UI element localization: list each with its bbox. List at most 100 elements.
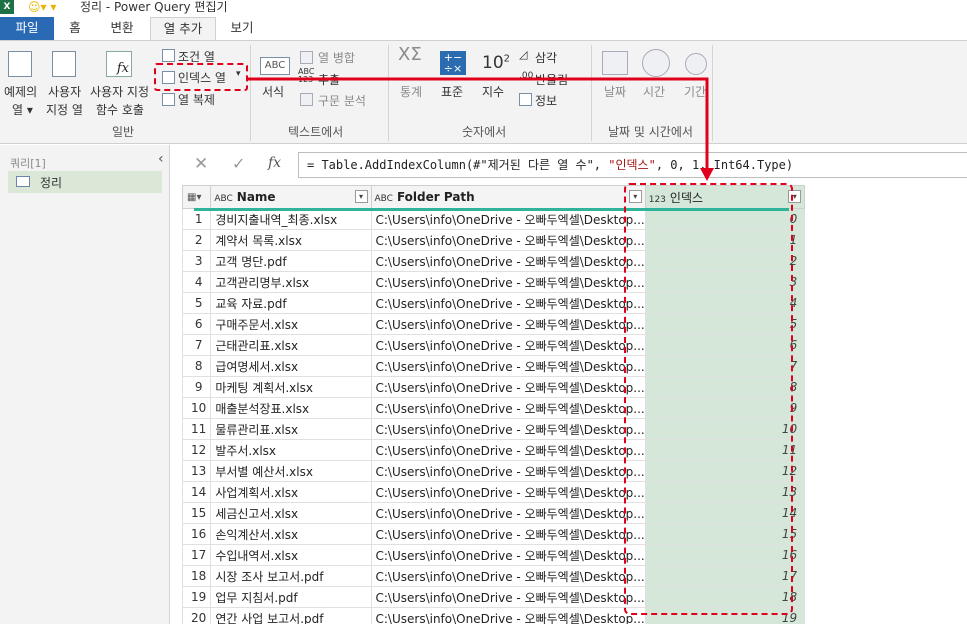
tab-add-column[interactable]: 열 추가 xyxy=(150,17,216,40)
table-row[interactable]: 17 수입내역서.xlsx C:\Users\info\OneDrive - 오빠두… xyxy=(182,544,967,566)
row-number[interactable]: 13 xyxy=(182,460,212,482)
cell-folder-path[interactable]: C:\Users\info\OneDrive - 오빠두엑셀\Desktop..… xyxy=(370,292,646,314)
table-row[interactable]: 10 매출분석장표.xlsx C:\Users\info\OneDrive - 오빠… xyxy=(182,397,967,419)
cell-name[interactable]: 부서별 예산서.xlsx xyxy=(210,460,372,482)
cell-name[interactable]: 급여명세서.xlsx xyxy=(210,355,372,377)
table-row[interactable]: 18 시장 조사 보고서.pdf C:\Users\info\OneDrive - … xyxy=(182,565,967,587)
cell-name[interactable]: 구매주문서.xlsx xyxy=(210,313,372,335)
cell-folder-path[interactable]: C:\Users\info\OneDrive - 오빠두엑셀\Desktop..… xyxy=(370,397,646,419)
row-number[interactable]: 18 xyxy=(182,565,212,587)
row-number[interactable]: 11 xyxy=(182,418,212,440)
tab-home[interactable]: 홈 xyxy=(60,17,90,40)
row-number[interactable]: 19 xyxy=(182,586,212,608)
cell-name[interactable]: 고객 명단.pdf xyxy=(210,250,372,272)
cell-name[interactable]: 매출분석장표.xlsx xyxy=(210,397,372,419)
table-row[interactable]: 7 근태관리표.xlsx C:\Users\info\OneDrive - 오빠두엑… xyxy=(182,334,967,356)
cell-folder-path[interactable]: C:\Users\info\OneDrive - 오빠두엑셀\Desktop..… xyxy=(370,271,646,293)
tab-view[interactable]: 보기 xyxy=(222,17,262,40)
cell-folder-path[interactable]: C:\Users\info\OneDrive - 오빠두엑셀\Desktop..… xyxy=(370,544,646,566)
row-number[interactable]: 7 xyxy=(182,334,212,356)
table-row[interactable]: 1 경비지출내역_최종.xlsx C:\Users\info\OneDrive - … xyxy=(182,208,967,230)
table-row[interactable]: 11 물류관리표.xlsx C:\Users\info\OneDrive - 오빠두… xyxy=(182,418,967,440)
cell-folder-path[interactable]: C:\Users\info\OneDrive - 오빠두엑셀\Desktop..… xyxy=(370,313,646,335)
column-header-name[interactable]: ABC Name ▾ xyxy=(210,185,372,209)
cell-name[interactable]: 마케팅 계획서.xlsx xyxy=(210,376,372,398)
column-from-examples-label-2: 열 ▾ xyxy=(12,103,33,117)
cell-name[interactable]: 발주서.xlsx xyxy=(210,439,372,461)
row-number[interactable]: 1 xyxy=(182,208,212,230)
tab-file[interactable]: 파일 xyxy=(0,17,54,40)
table-row[interactable]: 3 고객 명단.pdf C:\Users\info\OneDrive - 오빠두엑셀… xyxy=(182,250,967,272)
row-number[interactable]: 14 xyxy=(182,481,212,503)
cell-name[interactable]: 교육 자료.pdf xyxy=(210,292,372,314)
row-number[interactable]: 3 xyxy=(182,250,212,272)
cell-name[interactable]: 손익계산서.xlsx xyxy=(210,523,372,545)
collapse-pane-icon[interactable]: ‹ xyxy=(158,151,164,167)
row-number[interactable]: 2 xyxy=(182,229,212,251)
cell-folder-path[interactable]: C:\Users\info\OneDrive - 오빠두엑셀\Desktop..… xyxy=(370,502,646,524)
cell-folder-path[interactable]: C:\Users\info\OneDrive - 오빠두엑셀\Desktop..… xyxy=(370,376,646,398)
table-row[interactable]: 15 세금신고서.xlsx C:\Users\info\OneDrive - 오빠두… xyxy=(182,502,967,524)
table-row[interactable]: 13 부서별 예산서.xlsx C:\Users\info\OneDrive - 오… xyxy=(182,460,967,482)
query-item[interactable]: 정리 xyxy=(8,171,162,193)
cell-name[interactable]: 계약서 목록.xlsx xyxy=(210,229,372,251)
cell-name[interactable]: 경비지출내역_최종.xlsx xyxy=(210,208,372,230)
rounding-label: 반올림 xyxy=(535,73,569,87)
cell-folder-path[interactable]: C:\Users\info\OneDrive - 오빠두엑셀\Desktop..… xyxy=(370,334,646,356)
cell-folder-path[interactable]: C:\Users\info\OneDrive - 오빠두엑셀\Desktop..… xyxy=(370,208,646,230)
cell-folder-path[interactable]: C:\Users\info\OneDrive - 오빠두엑셀\Desktop..… xyxy=(370,418,646,440)
cell-name[interactable]: 근태관리표.xlsx xyxy=(210,334,372,356)
cell-folder-path[interactable]: C:\Users\info\OneDrive - 오빠두엑셀\Desktop..… xyxy=(370,460,646,482)
cell-name[interactable]: 업무 지침서.pdf xyxy=(210,586,372,608)
cell-folder-path[interactable]: C:\Users\info\OneDrive - 오빠두엑셀\Desktop..… xyxy=(370,607,646,624)
table-row[interactable]: 5 교육 자료.pdf C:\Users\info\OneDrive - 오빠두엑셀… xyxy=(182,292,967,314)
cell-name[interactable]: 시장 조사 보고서.pdf xyxy=(210,565,372,587)
cell-name[interactable]: 고객관리명부.xlsx xyxy=(210,271,372,293)
formula-input[interactable]: = Table.AddIndexColumn(#"제거된 다른 열 수", "인… xyxy=(298,152,967,178)
fx-icon[interactable]: fx xyxy=(268,155,281,171)
table-row[interactable]: 14 사업계획서.xlsx C:\Users\info\OneDrive - 오빠두… xyxy=(182,481,967,503)
cell-folder-path[interactable]: C:\Users\info\OneDrive - 오빠두엑셀\Desktop..… xyxy=(370,250,646,272)
excel-app-icon: X xyxy=(0,0,14,14)
cell-folder-path[interactable]: C:\Users\info\OneDrive - 오빠두엑셀\Desktop..… xyxy=(370,439,646,461)
tab-transform[interactable]: 변환 xyxy=(100,17,144,40)
table-row[interactable]: 6 구매주문서.xlsx C:\Users\info\OneDrive - 오빠두엑… xyxy=(182,313,967,335)
row-number[interactable]: 8 xyxy=(182,355,212,377)
cell-name[interactable]: 사업계획서.xlsx xyxy=(210,481,372,503)
queries-header: 쿼리[1] xyxy=(10,157,46,170)
row-number[interactable]: 12 xyxy=(182,439,212,461)
row-number[interactable]: 17 xyxy=(182,544,212,566)
table-row[interactable]: 16 손익계산서.xlsx C:\Users\info\OneDrive - 오빠두… xyxy=(182,523,967,545)
table-row[interactable]: 4 고객관리명부.xlsx C:\Users\info\OneDrive - 오빠두… xyxy=(182,271,967,293)
table-menu-header[interactable]: ▦▾ xyxy=(182,185,212,209)
table-row[interactable]: 9 마케팅 계획서.xlsx C:\Users\info\OneDrive - 오빠… xyxy=(182,376,967,398)
table-row[interactable]: 2 계약서 목록.xlsx C:\Users\info\OneDrive - 오빠두… xyxy=(182,229,967,251)
row-number[interactable]: 5 xyxy=(182,292,212,314)
table-row[interactable]: 20 연간 사업 보고서.pdf C:\Users\info\OneDrive - … xyxy=(182,607,967,624)
row-number[interactable]: 9 xyxy=(182,376,212,398)
cell-folder-path[interactable]: C:\Users\info\OneDrive - 오빠두엑셀\Desktop..… xyxy=(370,586,646,608)
cell-folder-path[interactable]: C:\Users\info\OneDrive - 오빠두엑셀\Desktop..… xyxy=(370,565,646,587)
cell-name[interactable]: 물류관리표.xlsx xyxy=(210,418,372,440)
confirm-formula-icon[interactable]: ✓ xyxy=(232,154,245,173)
row-number[interactable]: 20 xyxy=(182,607,212,624)
cell-folder-path[interactable]: C:\Users\info\OneDrive - 오빠두엑셀\Desktop..… xyxy=(370,355,646,377)
cell-folder-path[interactable]: C:\Users\info\OneDrive - 오빠두엑셀\Desktop..… xyxy=(370,523,646,545)
cell-name[interactable]: 연간 사업 보고서.pdf xyxy=(210,607,372,624)
cancel-formula-icon[interactable]: ✕ xyxy=(194,154,208,174)
table-row[interactable]: 19 업무 지침서.pdf C:\Users\info\OneDrive - 오빠두… xyxy=(182,586,967,608)
row-number[interactable]: 4 xyxy=(182,271,212,293)
row-number[interactable]: 15 xyxy=(182,502,212,524)
cell-name[interactable]: 세금신고서.xlsx xyxy=(210,502,372,524)
row-number[interactable]: 6 xyxy=(182,313,212,335)
column-header-folder-path[interactable]: ABC Folder Path ▾ xyxy=(370,185,646,209)
cell-folder-path[interactable]: C:\Users\info\OneDrive - 오빠두엑셀\Desktop..… xyxy=(370,481,646,503)
cell-folder-path[interactable]: C:\Users\info\OneDrive - 오빠두엑셀\Desktop..… xyxy=(370,229,646,251)
smiley-icon[interactable]: ☺▾ ▾ xyxy=(28,0,56,14)
table-row[interactable]: 8 급여명세서.xlsx C:\Users\info\OneDrive - 오빠두엑… xyxy=(182,355,967,377)
cell-name[interactable]: 수입내역서.xlsx xyxy=(210,544,372,566)
row-number[interactable]: 10 xyxy=(182,397,212,419)
row-number[interactable]: 16 xyxy=(182,523,212,545)
table-row[interactable]: 12 발주서.xlsx C:\Users\info\OneDrive - 오빠두엑셀… xyxy=(182,439,967,461)
column-filter-dropdown-icon[interactable]: ▾ xyxy=(354,190,368,203)
